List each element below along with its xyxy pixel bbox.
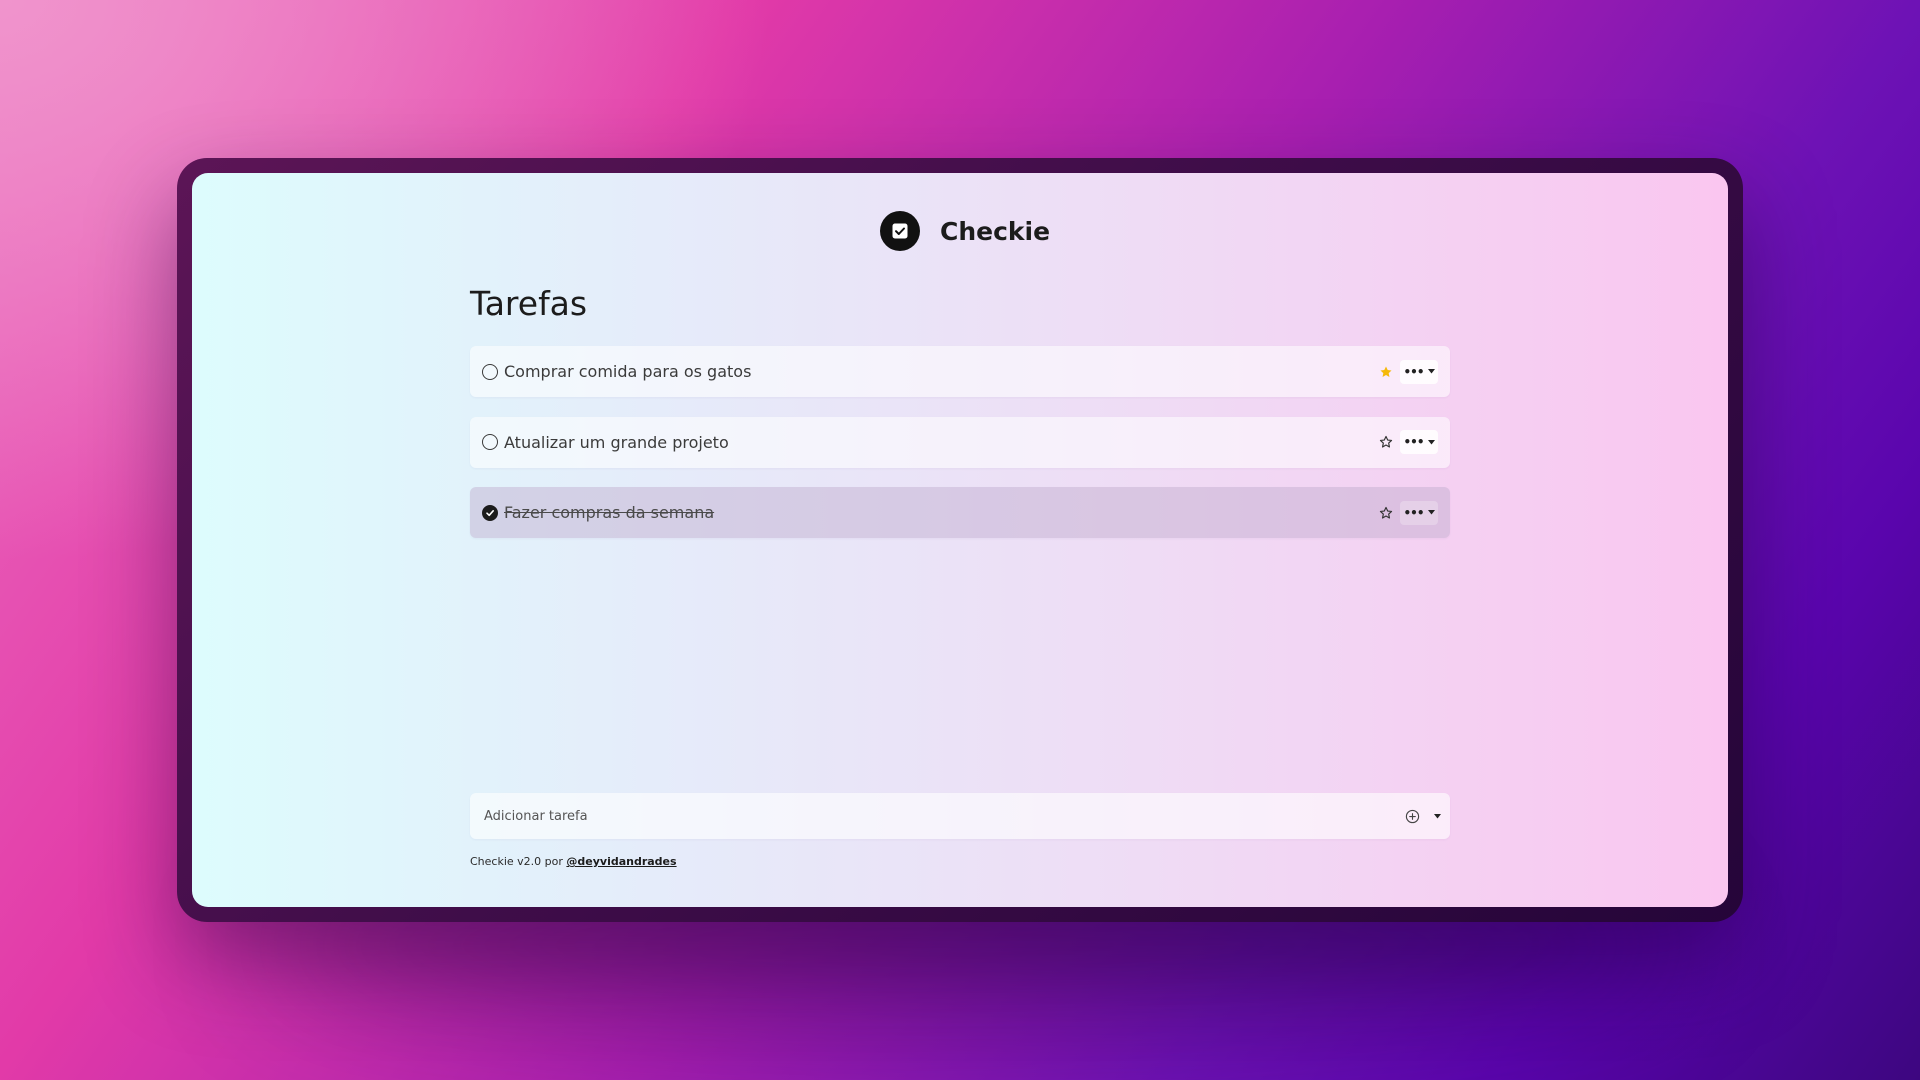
author-link[interactable]: @deyvidandrades — [566, 855, 676, 868]
checkbox-logo-icon — [880, 211, 920, 251]
task-checkbox[interactable] — [482, 363, 498, 380]
task-label: Atualizar um grande projeto — [504, 432, 729, 452]
add-task-input[interactable] — [470, 793, 1404, 839]
task-list: Comprar comida para os gatos ••• Atualiz… — [470, 346, 1450, 558]
caret-down-icon[interactable] — [1432, 811, 1442, 821]
task-item[interactable]: Atualizar um grande projeto ••• — [470, 416, 1450, 468]
task-label: Comprar comida para os gatos — [504, 362, 752, 381]
page-title: Tarefas — [470, 284, 588, 323]
check-icon — [486, 509, 494, 516]
task-checkbox[interactable] — [482, 434, 498, 450]
task-checkbox-checked[interactable] — [482, 504, 498, 521]
more-dots-icon: ••• — [1403, 364, 1424, 379]
star-filled-icon[interactable] — [1378, 364, 1394, 380]
plus-circle-icon[interactable] — [1404, 808, 1420, 824]
more-dots-icon: ••• — [1403, 435, 1424, 449]
task-label: Fazer compras da semana — [504, 503, 715, 522]
task-item-completed[interactable]: Fazer compras da semana ••• — [470, 487, 1450, 538]
add-task-bar — [470, 793, 1450, 839]
caret-down-icon — [1427, 510, 1435, 515]
task-menu-button[interactable]: ••• — [1400, 500, 1438, 525]
caret-down-icon — [1427, 439, 1435, 444]
app-brand: Checkie — [880, 211, 1050, 251]
star-outline-icon[interactable] — [1378, 505, 1394, 521]
footer-text: Checkie v2.0 por — [470, 855, 567, 868]
more-dots-icon: ••• — [1403, 505, 1424, 520]
task-item[interactable]: Comprar comida para os gatos ••• — [470, 346, 1450, 397]
app-name: Checkie — [940, 216, 1051, 246]
task-menu-button[interactable]: ••• — [1400, 359, 1438, 384]
task-menu-button[interactable]: ••• — [1400, 430, 1438, 454]
footer: Checkie v2.0 por @deyvidandrades — [470, 855, 677, 868]
caret-down-icon — [1427, 369, 1435, 374]
app-window: Checkie Tarefas Comprar comida para os g… — [192, 173, 1728, 907]
star-outline-icon[interactable] — [1378, 434, 1394, 450]
